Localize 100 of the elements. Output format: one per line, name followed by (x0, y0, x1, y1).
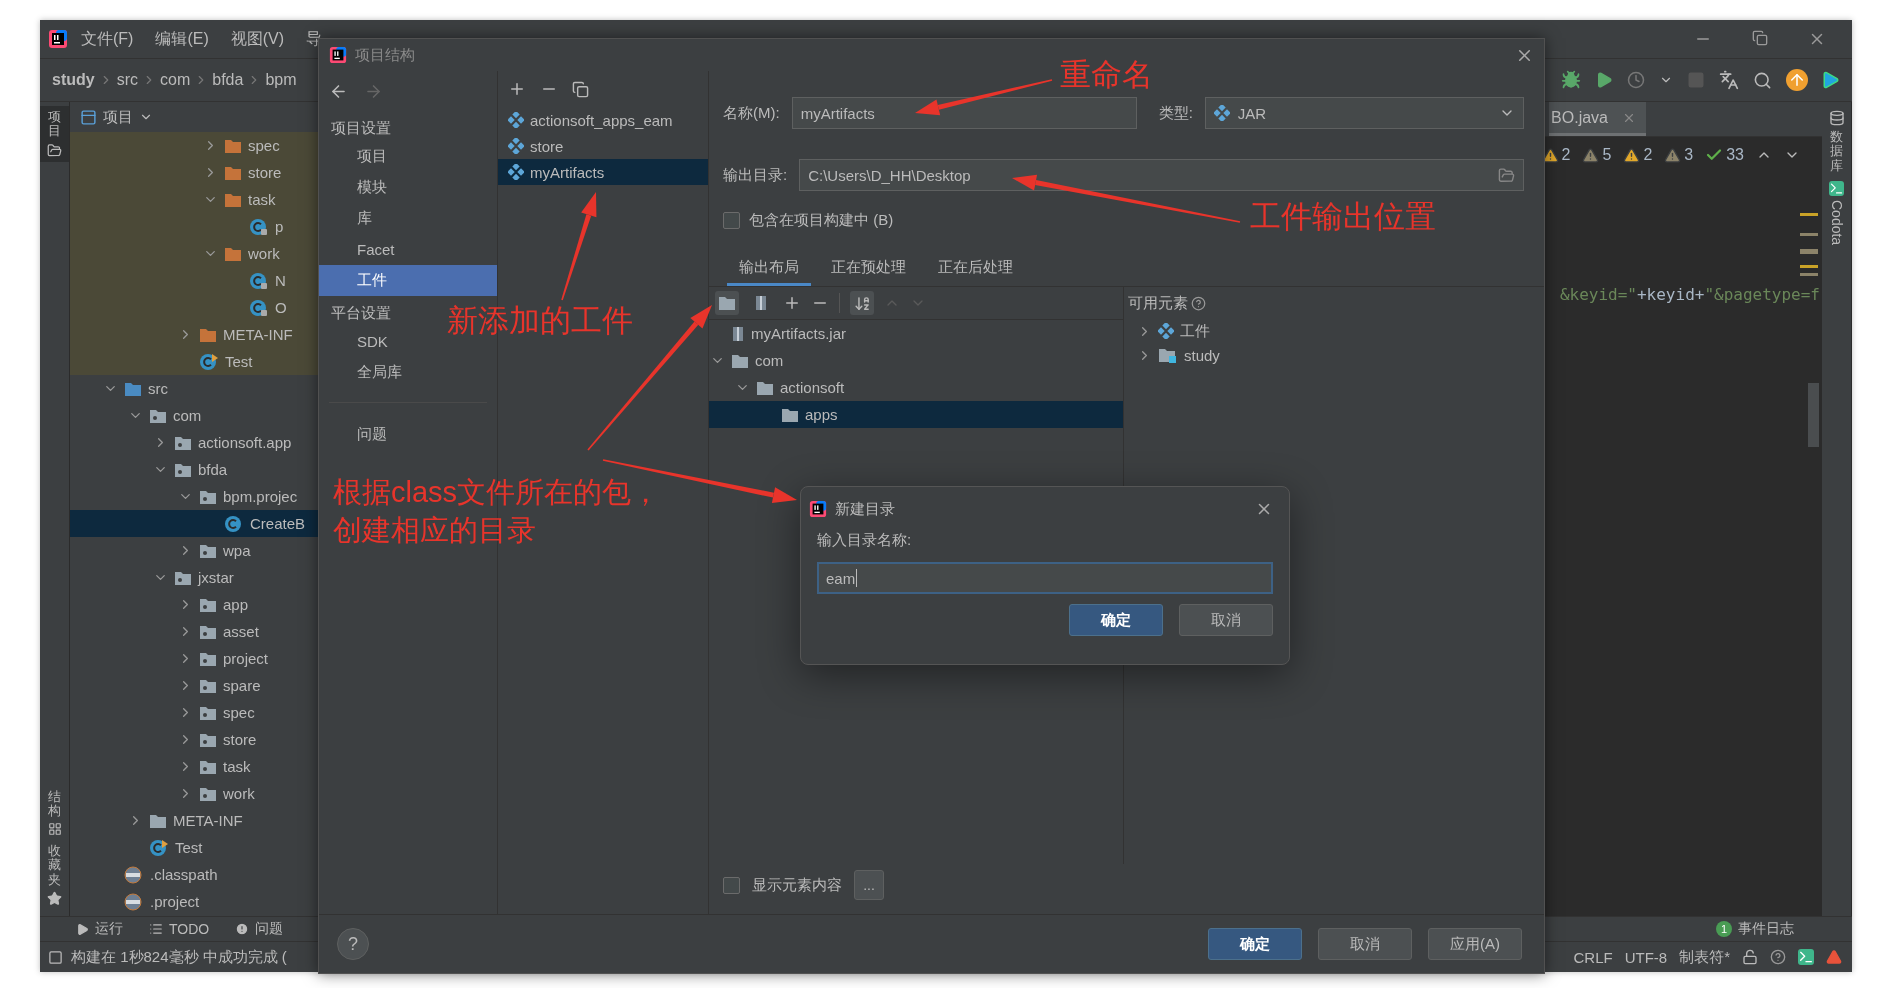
dialog-button[interactable]: 应用(A) (1428, 928, 1522, 960)
breadcrumb-item[interactable]: com (156, 71, 195, 89)
folder-icon[interactable] (1498, 166, 1515, 184)
tool-window-button[interactable]: 结构 (40, 785, 69, 841)
name-field[interactable]: myArtifacts (791, 97, 1137, 129)
tool-window-button[interactable]: TODO (141, 921, 218, 937)
tree-item[interactable]: actionsoft (709, 374, 1123, 401)
tree-item[interactable]: N (70, 267, 318, 294)
tree-item[interactable]: actionsoft.app (70, 429, 318, 456)
menu-item[interactable]: 文件(F) (72, 28, 143, 50)
more-button[interactable]: ... (854, 870, 884, 900)
tab[interactable]: 正在预处理 (819, 250, 918, 286)
dialog-button[interactable]: 确定 (1069, 604, 1163, 636)
dialog-button[interactable]: 取消 (1179, 604, 1273, 636)
profiler-icon[interactable] (1627, 71, 1645, 89)
tree-item[interactable]: .project (70, 888, 318, 915)
nav-item[interactable]: Facet (319, 234, 405, 265)
tree-item[interactable]: com (70, 402, 318, 429)
list-item[interactable]: store (498, 133, 708, 159)
tree-item[interactable]: jxstar (70, 564, 318, 591)
tree-item[interactable]: bfda (70, 456, 318, 483)
nav-item[interactable]: 库 (319, 203, 382, 234)
restore-icon[interactable] (1752, 30, 1768, 46)
copy-icon[interactable] (572, 80, 589, 98)
tool-window-button[interactable]: 数据库 (1822, 106, 1851, 177)
tree-item[interactable]: p (70, 213, 318, 240)
sort-button[interactable] (850, 291, 874, 315)
coverage-run-icon[interactable] (1595, 71, 1613, 89)
tree-item[interactable]: META-INF (70, 321, 318, 348)
tool-window-button[interactable]: 收藏夹 (40, 840, 69, 910)
status-item[interactable]: CRLF (1573, 948, 1613, 966)
help-button[interactable]: ? (337, 928, 369, 960)
nav-item[interactable]: 模块 (319, 172, 397, 203)
tree-item[interactable]: task (70, 186, 318, 213)
terminal-icon[interactable] (1798, 949, 1814, 965)
list-item[interactable]: actionsoft_apps_eam (498, 107, 708, 133)
type-select[interactable]: JAR (1204, 97, 1524, 129)
tool-window-button[interactable]: 问题 (227, 920, 292, 938)
output-directory-field[interactable]: C:\Users\D_HH\Desktop (799, 159, 1524, 191)
scrollbar-thumb[interactable] (1808, 383, 1819, 447)
tree-item[interactable]: work (70, 780, 318, 807)
menu-item[interactable]: 编辑(E) (146, 28, 218, 50)
tree-item[interactable]: project (70, 645, 318, 672)
tree-item[interactable]: com (709, 347, 1123, 374)
unlock-icon[interactable] (1742, 949, 1758, 965)
editor-tab[interactable]: BO.java (1549, 102, 1646, 136)
tree-item[interactable]: bpm.projec (70, 483, 318, 510)
breadcrumb-item[interactable]: bpm (261, 71, 301, 89)
help-icon[interactable] (1191, 295, 1206, 311)
breadcrumb-item[interactable]: study (48, 71, 99, 89)
tree-item[interactable]: spec (70, 699, 318, 726)
tree-item[interactable]: .classpath (70, 861, 318, 888)
dialog-button[interactable]: 确定 (1208, 928, 1302, 960)
nav-item[interactable]: 全局库 (319, 357, 412, 388)
tab[interactable]: 正在后处理 (926, 250, 1025, 286)
tree-item[interactable]: apps (709, 401, 1123, 428)
menu-item[interactable]: 视图(V) (221, 28, 294, 50)
tree-item[interactable]: wpa (70, 537, 318, 564)
tree-item[interactable]: META-INF (70, 807, 318, 834)
nav-item[interactable]: SDK (319, 326, 398, 357)
tree-item[interactable]: myArtifacts.jar (709, 320, 1123, 347)
checkbox[interactable] (723, 876, 740, 894)
directory-name-field[interactable]: eam (817, 562, 1273, 594)
status-item[interactable]: 制表符* (1679, 947, 1730, 967)
tool-window-button[interactable]: 项目 (40, 106, 69, 162)
breadcrumb-item[interactable]: bfda (208, 71, 248, 89)
tree-item[interactable]: asset (70, 618, 318, 645)
tree-item[interactable]: spec (70, 132, 318, 159)
add-icon[interactable] (508, 80, 526, 98)
bug-icon[interactable] (1561, 70, 1581, 90)
tree-item[interactable]: spare (70, 672, 318, 699)
tree-item[interactable]: O (70, 294, 318, 321)
tree-item[interactable]: work (70, 240, 318, 267)
tree-item[interactable]: Test (70, 348, 318, 375)
help-icon[interactable] (1770, 949, 1786, 965)
list-item[interactable]: myArtifacts (498, 159, 708, 185)
nav-item[interactable]: 工件 (319, 265, 497, 296)
status-item[interactable]: UTF-8 (1624, 948, 1668, 966)
panel-title[interactable]: 项目 (103, 107, 133, 127)
tree-item[interactable]: store (70, 726, 318, 753)
tool-window-button[interactable]: Codota (1822, 176, 1851, 250)
nav-item[interactable]: 项目 (319, 141, 397, 172)
nav-item[interactable]: 问题 (319, 419, 397, 450)
dialog-button[interactable]: 取消 (1318, 928, 1412, 960)
event-log-button[interactable]: 1 事件日志 (1716, 920, 1852, 938)
breadcrumb-item[interactable]: src (112, 71, 142, 89)
update-icon[interactable] (1786, 69, 1808, 91)
search-icon[interactable] (1753, 70, 1772, 90)
tree-item[interactable]: Test (70, 834, 318, 861)
tree-item[interactable]: src (70, 375, 318, 402)
new-folder-button[interactable] (715, 291, 739, 315)
translate-icon[interactable] (1719, 70, 1739, 90)
tree-item[interactable]: app (70, 591, 318, 618)
checkbox[interactable] (723, 212, 740, 229)
tree-item[interactable]: study (1128, 343, 1544, 367)
tool-window-button[interactable]: 运行 (68, 920, 131, 938)
tab[interactable]: 输出布局 (727, 250, 811, 286)
tree-item[interactable]: CreateB (70, 510, 318, 537)
add-icon[interactable] (783, 294, 801, 312)
tree-item[interactable]: 工件 (1128, 319, 1544, 343)
